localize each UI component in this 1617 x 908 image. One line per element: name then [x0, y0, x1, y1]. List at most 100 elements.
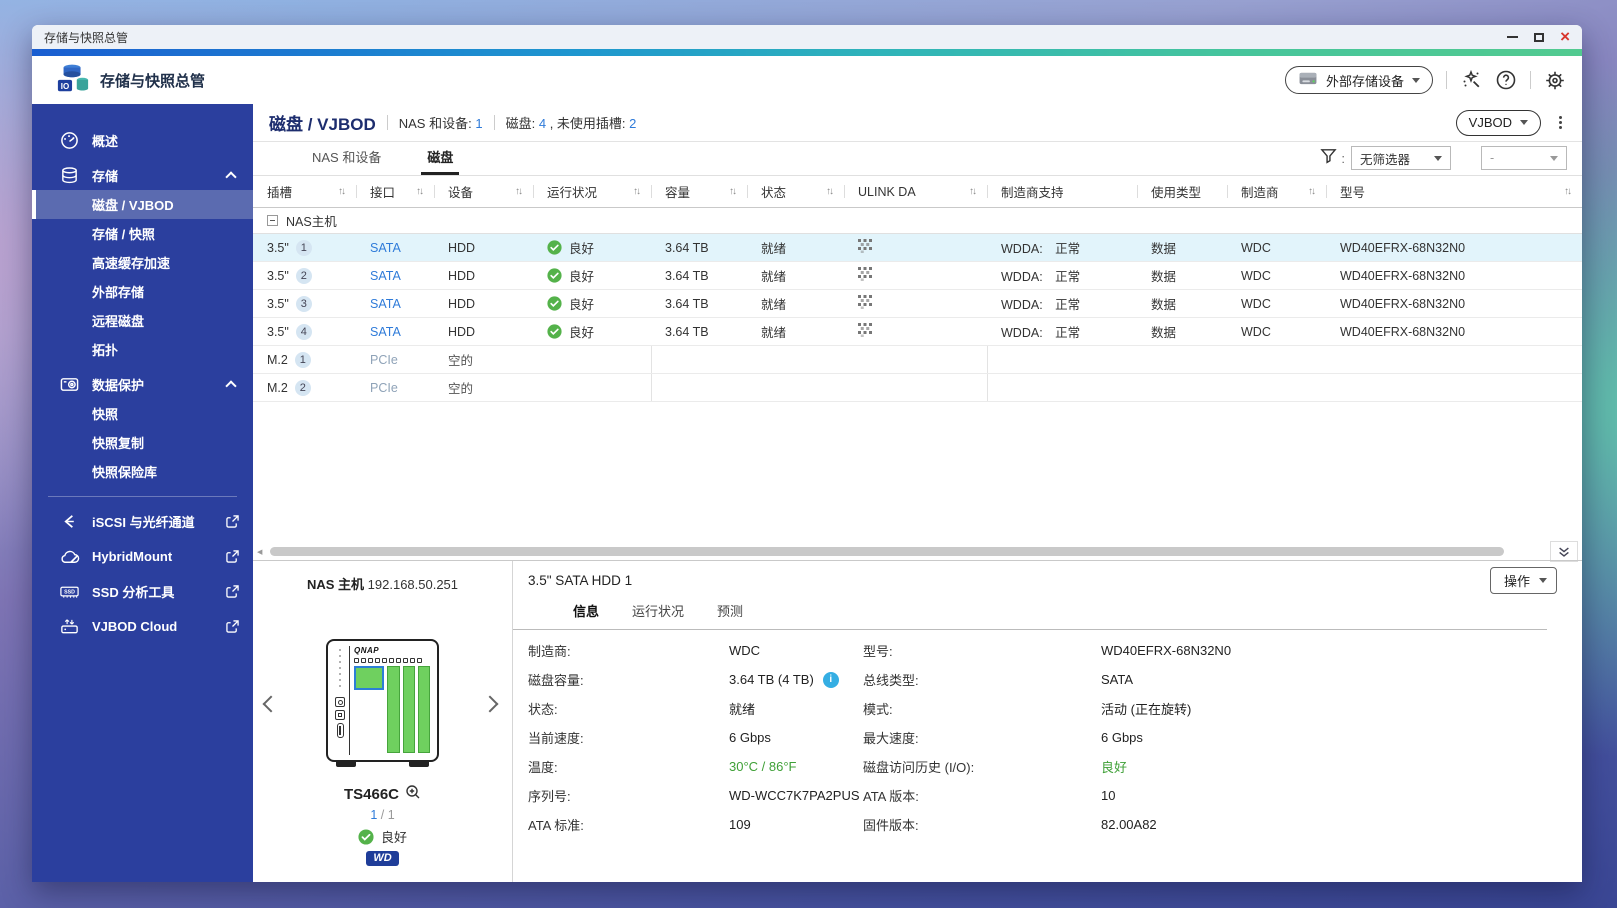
cell-status: 就绪	[761, 326, 787, 340]
sidebar-item-iscsi-fc[interactable]: iSCSI 与光纤通道	[32, 507, 253, 536]
chevron-up-icon[interactable]	[225, 380, 237, 392]
column-header-interface[interactable]: 接口 ↑↓	[356, 176, 434, 207]
close-button-icon[interactable]: ×	[1560, 28, 1570, 45]
sidebar-item-hybridmount[interactable]: HybridMount	[32, 542, 253, 571]
field-label: 序列号:	[528, 789, 571, 804]
vjbod-button[interactable]: VJBOD	[1455, 109, 1541, 136]
detail-field-row: ATA 标准: 109 固件版本: 82.00A82	[513, 810, 1582, 839]
divider	[1530, 71, 1531, 89]
scrollbar-thumb[interactable]	[270, 547, 1504, 556]
sidebar-item-disks-vjbod[interactable]: 磁盘 / VJBOD	[32, 190, 253, 219]
power-button-icon	[335, 697, 345, 707]
column-header-device[interactable]: 设备 ↑↓	[434, 176, 533, 207]
tab-prediction[interactable]: 预测	[717, 601, 743, 620]
sort-icon: ↑↓	[1308, 186, 1316, 197]
gear-icon[interactable]	[1544, 69, 1566, 91]
external-link-icon	[226, 550, 239, 563]
table-row[interactable]: 3.5" 2 SATA HDD 良好 3.64 TB 就绪 WDDA: 正常 数据…	[253, 262, 1582, 290]
column-header-manufacturer[interactable]: 制造商 ↑↓	[1227, 176, 1326, 207]
sidebar-item-topology[interactable]: 拓扑	[32, 335, 253, 364]
cell-slot: 3.5" 1	[253, 234, 356, 261]
sidebar-item-remote-disk[interactable]: 远程磁盘	[32, 306, 253, 335]
scroll-left-icon[interactable]: ◀	[257, 548, 262, 556]
field-label: 状态:	[528, 702, 558, 717]
sidebar-item-data-protection[interactable]: 数据保护	[32, 370, 253, 399]
tab-nas-devices[interactable]: NAS 和设备	[306, 147, 387, 175]
action-button[interactable]: 操作	[1489, 567, 1557, 594]
table-row[interactable]: 3.5" 4 SATA HDD 良好 3.64 TB 就绪 WDDA: 正常 数据…	[253, 318, 1582, 346]
detail-field-row: 磁盘容量: 3.64 TB (4 TB) i 总线类型: SATA	[513, 665, 1582, 694]
slot-number-badge: 2	[295, 267, 312, 284]
collapse-panel-button[interactable]	[1550, 541, 1578, 562]
sidebar-item-overview[interactable]: 概述	[32, 126, 253, 155]
app-title: 存储与快照总管	[100, 72, 206, 90]
horizontal-scrollbar[interactable]	[268, 547, 1544, 556]
column-header-slot[interactable]: 插槽 ↑↓	[253, 176, 356, 207]
filter-secondary-select[interactable]: -	[1481, 146, 1567, 170]
table-row[interactable]: M.2 1 PCIe 空的	[253, 346, 1582, 374]
sidebar-item-external-storage[interactable]: 外部存储	[32, 277, 253, 306]
device-pager: 1 / 1	[370, 808, 395, 822]
drive-bay-4[interactable]	[417, 666, 430, 753]
interface-link[interactable]: SATA	[370, 269, 401, 283]
column-header-status[interactable]: 状态 ↑↓	[747, 176, 844, 207]
drive-bay-2[interactable]	[387, 666, 400, 753]
column-header-model[interactable]: 型号 ↑↓	[1326, 176, 1582, 207]
table-group-row[interactable]: NAS主机	[253, 208, 1582, 234]
chevron-down-icon	[1520, 120, 1528, 125]
interface-link[interactable]: SATA	[370, 297, 401, 311]
sidebar-item-snapshot-replica[interactable]: 快照复制	[32, 428, 253, 457]
column-header-health[interactable]: 运行状况 ↑↓	[533, 176, 651, 207]
wand-icon[interactable]	[1460, 69, 1482, 91]
column-header-ulink-da[interactable]: ULINK DA ↑↓	[844, 176, 987, 207]
help-icon[interactable]	[1495, 69, 1517, 91]
cloud-drive-sync-icon	[58, 618, 80, 635]
disk-detail-title: 3.5" SATA HDD 1	[528, 573, 633, 588]
tab-health[interactable]: 运行状况	[632, 601, 684, 620]
column-header-vendor-support[interactable]: 制造商支持	[987, 176, 1137, 207]
cell-usage: 数据	[1151, 298, 1177, 312]
external-storage-device-button[interactable]: 外部存储设备	[1284, 66, 1433, 94]
drive-bay-3[interactable]	[402, 666, 415, 753]
interface-link[interactable]: SATA	[370, 241, 401, 255]
chevron-down-icon	[1434, 155, 1442, 161]
svg-text:IO: IO	[61, 81, 69, 90]
filter-select[interactable]: 无筛选器	[1351, 146, 1451, 170]
minimize-button-icon[interactable]	[1507, 36, 1519, 38]
health-status: 良好	[547, 322, 594, 341]
interface-link[interactable]: SATA	[370, 325, 401, 339]
maximize-button-icon[interactable]	[1534, 32, 1545, 42]
nas-chassis-image[interactable]: QNAP	[326, 639, 439, 767]
cell-model: WD40EFRX-68N32N0	[1340, 324, 1466, 339]
tab-disks[interactable]: 磁盘	[421, 147, 460, 175]
previous-device-chevron-icon[interactable]	[262, 695, 280, 713]
sidebar-item-cache-acceleration[interactable]: 高速缓存加速	[32, 248, 253, 277]
info-icon[interactable]: i	[822, 671, 839, 688]
cell-manufacturer: WDC	[1241, 296, 1271, 311]
chevron-up-icon[interactable]	[225, 171, 237, 183]
tab-info[interactable]: 信息	[573, 601, 599, 620]
table-row[interactable]: 3.5" 3 SATA HDD 良好 3.64 TB 就绪 WDDA: 正常 数据…	[253, 290, 1582, 318]
ssd-icon: SSD	[58, 584, 80, 600]
sidebar-item-storage[interactable]: 存储	[32, 161, 253, 190]
column-header-usage-type[interactable]: 使用类型	[1137, 176, 1227, 207]
zoom-in-icon[interactable]	[405, 784, 421, 804]
more-options-icon[interactable]	[1555, 112, 1566, 133]
collapse-group-icon[interactable]	[267, 215, 278, 226]
cell-usage: 数据	[1151, 326, 1177, 340]
sidebar-item-vjbod-cloud[interactable]: VJBOD Cloud	[32, 612, 253, 641]
sort-icon: ↑↓	[1564, 186, 1572, 197]
sidebar-item-storage-snapshots[interactable]: 存储 / 快照	[32, 219, 253, 248]
sidebar-item-ssd-analysis[interactable]: SSD SSD 分析工具	[32, 577, 253, 606]
cell-usage: 数据	[1151, 270, 1177, 284]
sidebar-item-snapshot[interactable]: 快照	[32, 399, 253, 428]
sidebar-item-snapshot-vault[interactable]: 快照保险库	[32, 457, 253, 486]
field-value: 82.00A82	[1101, 817, 1157, 832]
next-device-chevron-icon[interactable]	[481, 695, 499, 713]
cell-slot: 3.5" 4	[253, 318, 356, 345]
table-row[interactable]: 3.5" 1 SATA HDD 良好 3.64 TB 就绪 WDDA: 正常 数据…	[253, 234, 1582, 262]
column-header-capacity[interactable]: 容量 ↑↓	[651, 176, 747, 207]
drive-bay-1[interactable]	[354, 666, 385, 690]
table-row[interactable]: M.2 2 PCIe 空的	[253, 374, 1582, 402]
app-header: IO 存储与快照总管 外部存储设备	[32, 56, 1582, 104]
